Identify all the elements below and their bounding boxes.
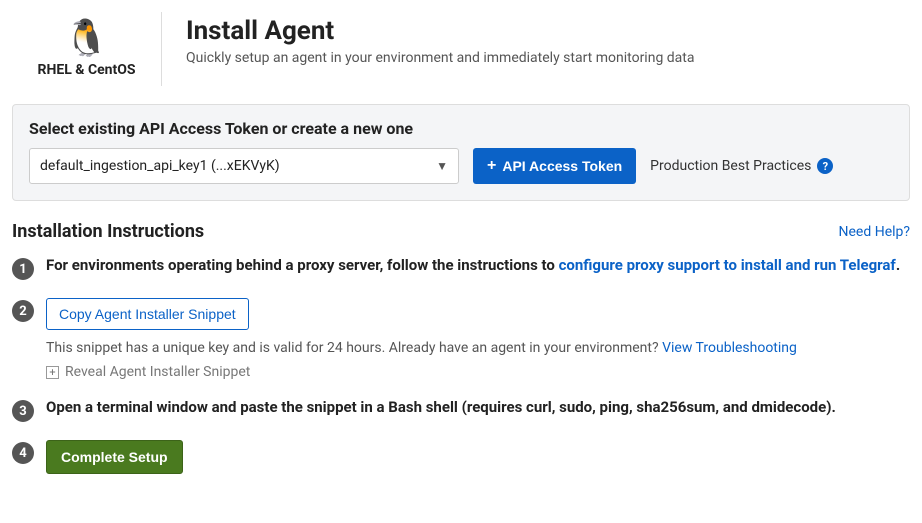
- step-number: 4: [12, 442, 34, 464]
- configure-proxy-link[interactable]: configure proxy support to install and r…: [559, 256, 896, 274]
- os-label: RHEL & CentOS: [37, 62, 135, 78]
- page-title: Install Agent: [186, 16, 694, 46]
- step-2: 2 Copy Agent Installer Snippet This snip…: [12, 298, 910, 380]
- snippet-hint: This snippet has a unique key and is val…: [46, 340, 910, 356]
- add-api-token-button[interactable]: + API Access Token: [473, 148, 636, 184]
- need-help-link[interactable]: Need Help?: [839, 224, 911, 240]
- copy-snippet-button[interactable]: Copy Agent Installer Snippet: [46, 298, 249, 330]
- step3-text: Open a terminal window and paste the sni…: [46, 398, 836, 416]
- help-icon: ?: [817, 158, 833, 174]
- token-select[interactable]: default_ingestion_api_key1 (...xEKVyK) ▼: [29, 148, 459, 184]
- best-practices-link[interactable]: Production Best Practices ?: [650, 158, 833, 174]
- token-panel: Select existing API Access Token or crea…: [12, 104, 910, 201]
- os-badge: 🐧 RHEL & CentOS: [12, 12, 162, 86]
- step-body: Complete Setup: [46, 440, 910, 474]
- reveal-snippet-label: Reveal Agent Installer Snippet: [65, 364, 250, 380]
- linux-icon: 🐧: [64, 20, 109, 56]
- token-panel-title: Select existing API Access Token or crea…: [29, 119, 893, 138]
- step1-text-before: For environments operating behind a prox…: [46, 256, 559, 274]
- token-select-value: default_ingestion_api_key1 (...xEKVyK): [40, 158, 280, 174]
- title-block: Install Agent Quickly setup an agent in …: [186, 12, 694, 66]
- best-practices-label: Production Best Practices: [650, 158, 811, 174]
- step1-text-after: .: [896, 256, 900, 274]
- step-3: 3 Open a terminal window and paste the s…: [12, 398, 910, 422]
- chevron-down-icon: ▼: [436, 159, 448, 173]
- instructions-heading: Installation Instructions: [12, 221, 204, 242]
- page-subtitle: Quickly setup an agent in your environme…: [186, 50, 694, 66]
- add-api-token-label: API Access Token: [502, 158, 622, 174]
- page-header: 🐧 RHEL & CentOS Install Agent Quickly se…: [12, 12, 910, 86]
- expand-icon: +: [46, 366, 59, 379]
- step-1: 1 For environments operating behind a pr…: [12, 256, 910, 280]
- instructions-header: Installation Instructions Need Help?: [12, 221, 910, 242]
- complete-setup-button[interactable]: Complete Setup: [46, 440, 183, 474]
- step-body: Copy Agent Installer Snippet This snippe…: [46, 298, 910, 380]
- plus-icon: +: [487, 158, 496, 174]
- step-body: For environments operating behind a prox…: [46, 256, 910, 280]
- step-number: 1: [12, 258, 34, 280]
- reveal-snippet-toggle[interactable]: + Reveal Agent Installer Snippet: [46, 364, 250, 380]
- step-body: Open a terminal window and paste the sni…: [46, 398, 910, 422]
- step-4: 4 Complete Setup: [12, 440, 910, 474]
- snippet-hint-text: This snippet has a unique key and is val…: [46, 340, 662, 356]
- step-number: 2: [12, 300, 34, 322]
- step-number: 3: [12, 400, 34, 422]
- view-troubleshooting-link[interactable]: View Troubleshooting: [662, 340, 797, 356]
- token-row: default_ingestion_api_key1 (...xEKVyK) ▼…: [29, 148, 893, 184]
